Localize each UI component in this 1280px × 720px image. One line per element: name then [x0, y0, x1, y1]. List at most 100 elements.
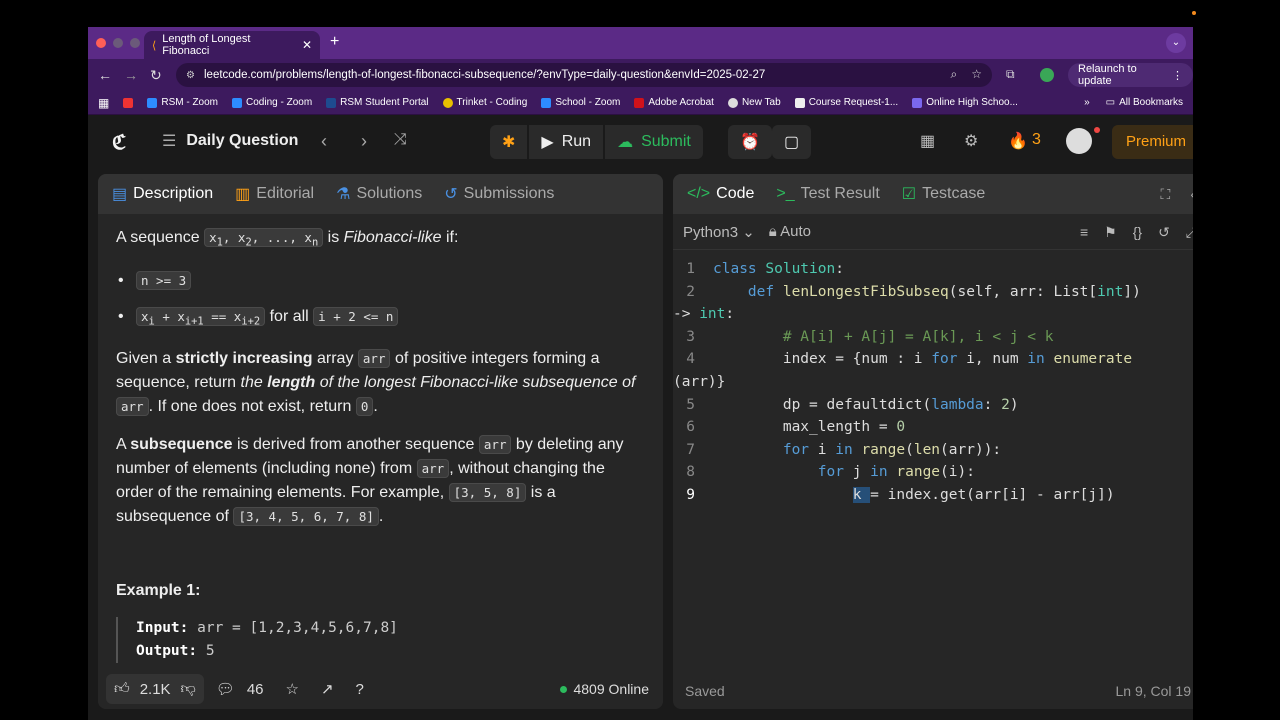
example-title: Example 1: — [116, 582, 201, 599]
code-editor[interactable]: 1 class Solution: 2 def lenLongestFibSubs… — [673, 258, 1193, 507]
fullscreen-icon[interactable]: ⤢ — [1186, 224, 1193, 241]
forward-arrow-icon[interactable]: → — [124, 67, 138, 83]
timer-button[interactable]: ⏰ — [728, 125, 772, 159]
collapse-icon[interactable]: ‹ — [1190, 186, 1193, 203]
bookmark-label: School - Zoom — [555, 97, 621, 108]
close-window-icon[interactable] — [96, 38, 106, 48]
description-paragraph: A subsequence is derived from another se… — [116, 435, 624, 526]
avatar[interactable] — [1066, 128, 1092, 154]
zoom-icon — [541, 97, 552, 108]
braces-icon[interactable]: {} — [1133, 224, 1142, 241]
comment-count: 46 — [246, 680, 264, 698]
new-tab-button[interactable]: + — [330, 33, 339, 51]
site-info-icon[interactable]: ⚙ — [186, 70, 195, 81]
tab-solutions[interactable]: ⚗ Solutions — [336, 184, 422, 204]
expand-icon[interactable]: ⛶ — [1161, 186, 1171, 203]
terminal-icon: >_ — [776, 185, 795, 202]
online-dot — [560, 685, 568, 693]
relaunch-label: Relaunch to update — [1078, 63, 1137, 87]
zoom-icon[interactable]: ⌕ — [951, 67, 958, 82]
leetcode-favicon-icon: ⟨ — [152, 39, 157, 52]
help-icon[interactable]: ? — [356, 681, 364, 698]
format-icon[interactable]: ≡ — [1080, 224, 1088, 241]
bookmark-star-icon[interactable]: ☆ — [971, 67, 982, 82]
online-count: 4809 Online — [560, 681, 649, 697]
description-footer: 👍︎ 2.1K 👎︎ 💬︎ 46 ☆ ↗ ? 4809 Online — [98, 669, 663, 709]
tab-editorial[interactable]: ▥ Editorial — [235, 184, 314, 204]
relaunch-button[interactable]: Relaunch to update ⋮ — [1068, 63, 1193, 87]
bookmark-label: Trinket - Coding — [456, 97, 528, 108]
tab-label: Testcase — [922, 185, 986, 202]
minimize-window-icon[interactable] — [113, 38, 123, 48]
settings-gear-icon[interactable]: ⚙ — [964, 131, 978, 151]
more-bookmarks-icon[interactable]: » — [1084, 97, 1090, 108]
auto-mode-toggle[interactable]: 🔒︎ Auto — [769, 223, 811, 240]
profile-icon[interactable] — [1040, 68, 1054, 82]
star-icon[interactable]: ☆ — [286, 680, 299, 698]
more-menu-icon[interactable]: ⋮ — [1172, 69, 1183, 82]
thumbs-down-icon[interactable]: 👎︎ — [181, 680, 196, 698]
daily-question-button[interactable]: ☰ Daily Question — [162, 131, 298, 151]
extensions-icon[interactable]: ⧉ — [1006, 67, 1015, 82]
code-line: 6 max_length = 0 — [686, 419, 906, 436]
next-question-icon[interactable]: › — [361, 131, 367, 152]
language-select[interactable]: Python3 ⌄ — [683, 223, 755, 241]
cursor-position: Ln 9, Col 19 — [1115, 683, 1192, 699]
recording-dot — [1192, 11, 1196, 15]
like-dislike-group: 👍︎ 2.1K 👎︎ — [106, 674, 204, 704]
description-panel: ▤ Description ▥ Editorial ⚗ Solutions ↺ Subm… — [98, 174, 663, 709]
reload-icon[interactable]: ↻ — [150, 67, 162, 84]
tab-title: Length of Longest Fibonacci — [162, 33, 251, 57]
share-icon[interactable]: ↗ — [321, 680, 334, 698]
bookmark-item[interactable]: Online High Schoo... — [912, 97, 1018, 108]
reset-icon[interactable]: ↺ — [1158, 224, 1170, 241]
bookmark-item[interactable]: RSM - Zoom — [147, 97, 218, 108]
tab-code[interactable]: </> Code — [687, 185, 754, 203]
tab-test-result[interactable]: >_ Test Result — [776, 185, 879, 203]
window-controls[interactable] — [96, 38, 140, 48]
close-tab-icon[interactable]: ✕ — [302, 38, 312, 52]
back-arrow-icon[interactable]: ← — [98, 67, 112, 83]
bookmark-item[interactable]: RSM Student Portal — [326, 97, 429, 108]
zoom-icon — [232, 97, 243, 108]
trinket-icon — [442, 97, 453, 108]
bookmark-item[interactable]: Coding - Zoom — [232, 97, 312, 108]
shuffle-icon[interactable]: ⤨ — [394, 131, 407, 149]
debug-button[interactable]: ✱ — [490, 125, 528, 159]
browser-tab[interactable]: ⟨ Length of Longest Fibonacci ✕ — [144, 31, 320, 59]
tab-label: Editorial — [256, 185, 315, 202]
apps-grid-icon[interactable]: ▦ — [98, 96, 109, 110]
conditions-list: n >= 3 xi + xi+1 == xi+2 for all i + 2 <… — [116, 269, 645, 334]
bookmark-item[interactable]: Adobe Acrobat — [634, 97, 714, 108]
premium-button[interactable]: Premium — [1112, 125, 1193, 159]
bookmark-item[interactable] — [123, 97, 134, 108]
leetcode-logo-icon[interactable]: ℭ — [112, 130, 134, 154]
tab-description[interactable]: ▤ Description — [112, 184, 213, 204]
bookmark-item[interactable]: Trinket - Coding — [442, 97, 528, 108]
run-button[interactable]: ▶ Run — [529, 125, 604, 159]
tab-testcase[interactable]: ☑ Testcase — [902, 184, 985, 204]
bookmark-label: Course Request-1... — [808, 97, 899, 108]
code-icon: </> — [687, 185, 711, 202]
tab-label: Test Result — [800, 185, 880, 202]
maximize-window-icon[interactable] — [130, 38, 140, 48]
bookmark-item[interactable]: New Tab — [727, 97, 781, 108]
bookmark-icon[interactable]: ⚑ — [1104, 224, 1117, 241]
code-line: -> int: — [673, 306, 735, 323]
streak-fire-icon[interactable]: 🔥 — [1008, 131, 1028, 151]
code-line: 1 class Solution: — [686, 261, 844, 277]
url-field[interactable]: ⚙ leetcode.com/problems/length-of-longes… — [176, 63, 992, 87]
tab-submissions[interactable]: ↺ Submissions — [444, 184, 554, 204]
all-bookmarks-button[interactable]: ▭ All Bookmarks — [1106, 97, 1183, 108]
tab-bar: ⟨ Length of Longest Fibonacci ✕ + ⌄ — [88, 27, 1193, 59]
comment-icon[interactable]: 💬︎ — [216, 680, 235, 698]
thumbs-up-icon[interactable]: 👍︎ — [114, 680, 130, 698]
lock-icon: 🔒︎ — [768, 223, 777, 240]
prev-question-icon[interactable]: ‹ — [321, 131, 327, 152]
notes-button[interactable]: ▢ — [772, 125, 812, 159]
tab-search-icon[interactable]: ⌄ — [1166, 33, 1186, 53]
bookmark-item[interactable]: School - Zoom — [541, 97, 620, 108]
bookmark-item[interactable]: Course Request-1... — [794, 97, 899, 108]
layout-icon[interactable]: ▦ — [920, 131, 935, 151]
submit-button[interactable]: ☁ Submit — [605, 125, 703, 159]
